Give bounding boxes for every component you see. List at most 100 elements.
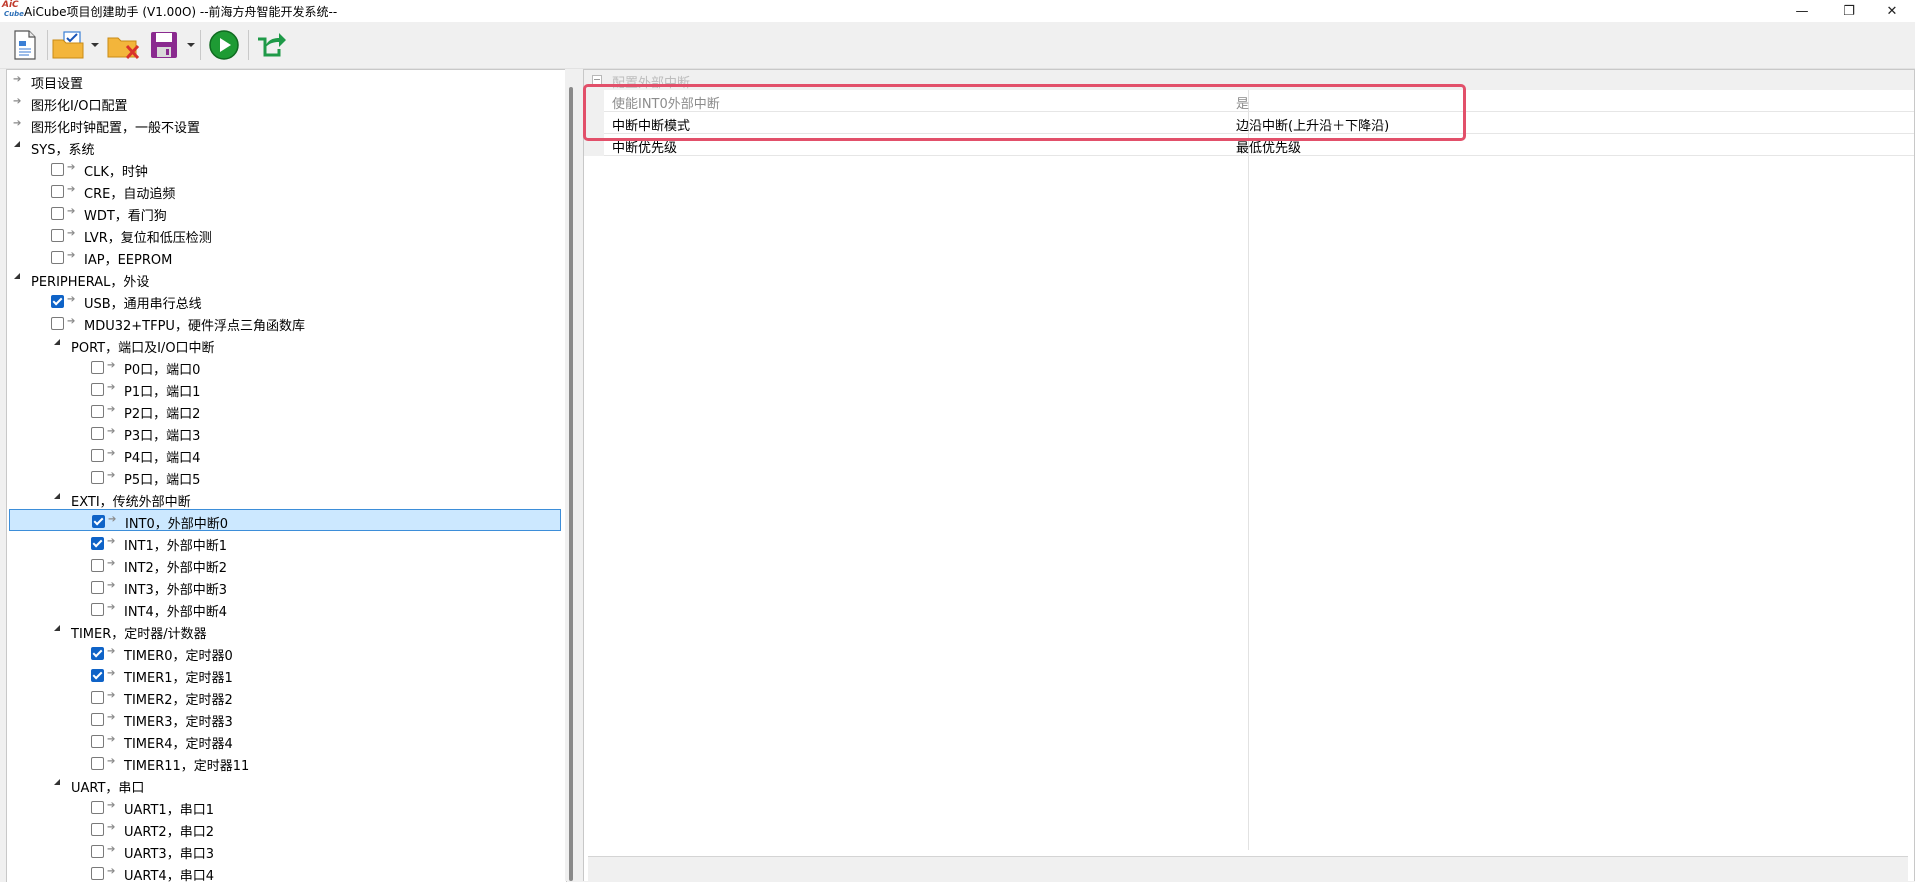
tree-item[interactable]: ➔ IAP，EEPROM [7, 246, 566, 268]
checkbox[interactable] [91, 383, 104, 396]
expand-toggle-icon[interactable] [54, 779, 60, 785]
tree-item[interactable]: ➔ 项目设置 [7, 70, 566, 92]
checkbox[interactable] [91, 735, 104, 748]
tree-item[interactable]: ➔ P1口，端口1 [7, 378, 566, 400]
export-button[interactable] [253, 28, 289, 62]
tree-scrollbar[interactable] [565, 69, 577, 881]
tree-item[interactable]: ➔ INT0，外部中断0 [9, 509, 561, 532]
checkbox[interactable] [91, 559, 104, 572]
collapse-icon[interactable] [592, 75, 602, 85]
tree-item[interactable]: ➔ INT1，外部中断1 [7, 532, 566, 554]
checkbox[interactable] [51, 317, 64, 330]
tree-item[interactable]: ➔ UART1，串口1 [7, 796, 566, 818]
checkbox[interactable] [51, 251, 64, 264]
tree-group-node[interactable]: SYS，系统 [7, 136, 566, 158]
tree-item[interactable]: ➔ TIMER0，定时器0 [7, 642, 566, 664]
tree-item[interactable]: ➔ CRE，自动追频 [7, 180, 566, 202]
tree-item-label: USB，通用串行总线 [84, 297, 202, 312]
tree-group-node[interactable]: UART，串口 [7, 774, 566, 796]
tree-item[interactable]: ➔ P4口，端口4 [7, 444, 566, 466]
open-dropdown-arrow[interactable] [91, 43, 99, 47]
tree-item[interactable]: ➔ 图形化I/O口配置 [7, 92, 566, 114]
tree-item[interactable]: ➔ WDT，看门狗 [7, 202, 566, 224]
tree-item[interactable]: ➔ P3口，端口3 [7, 422, 566, 444]
expand-toggle-icon[interactable] [14, 141, 20, 147]
property-row-priority[interactable]: 中断优先级 最低优先级 [604, 134, 1914, 156]
property-row-mode[interactable]: 中断中断模式 边沿中断(上升沿＋下降沿) [604, 112, 1914, 134]
tree-item[interactable]: ➔ USB，通用串行总线 [7, 290, 566, 312]
expand-toggle-icon[interactable] [54, 493, 60, 499]
checkbox[interactable] [51, 185, 64, 198]
save-project-button[interactable] [147, 28, 181, 62]
tree-group-node[interactable]: PERIPHERAL，外设 [7, 268, 566, 290]
tree-item-label: WDT，看门狗 [84, 209, 167, 224]
scrollbar-thumb[interactable] [569, 87, 573, 881]
close-button[interactable]: ✕ [1869, 0, 1915, 22]
maximize-button[interactable]: ❐ [1826, 0, 1872, 22]
tree-group-node[interactable]: EXTI，传统外部中断 [7, 488, 566, 510]
property-category[interactable]: 配置外部中断 [584, 70, 1914, 91]
feature-tree[interactable]: ➔ 项目设置 ➔ 图形化I/O口配置 ➔ 图形化时钟配置，一般不设置 SYS，系统 ➔ CLK，… [6, 69, 567, 882]
tree-item[interactable]: ➔ LVR，复位和低压检测 [7, 224, 566, 246]
property-value[interactable]: 是 [1236, 93, 1249, 112]
save-dropdown-arrow[interactable] [187, 43, 195, 47]
open-project-button[interactable] [51, 28, 87, 62]
property-value[interactable]: 边沿中断(上升沿＋下降沿) [1236, 115, 1389, 134]
checkbox[interactable] [91, 405, 104, 418]
tree-item[interactable]: ➔ TIMER1，定时器1 [7, 664, 566, 686]
new-project-button[interactable] [8, 28, 42, 62]
tree-item-label: UART3，串口3 [124, 847, 214, 862]
checkbox[interactable] [91, 361, 104, 374]
arrow-right-icon: ➔ [107, 756, 116, 767]
tree-group-node[interactable]: TIMER，定时器/计数器 [7, 620, 566, 642]
tree-group-node[interactable]: PORT，端口及I/O口中断 [7, 334, 566, 356]
tree-item[interactable]: ➔ INT3，外部中断3 [7, 576, 566, 598]
checkbox[interactable] [91, 691, 104, 704]
checkbox[interactable] [91, 449, 104, 462]
expand-toggle-icon[interactable] [54, 625, 60, 631]
tree-item[interactable]: ➔ UART4，串口4 [7, 862, 566, 882]
checkbox[interactable] [91, 471, 104, 484]
checkbox[interactable] [92, 515, 105, 528]
tree-item[interactable]: ➔ INT2，外部中断2 [7, 554, 566, 576]
checkbox[interactable] [91, 845, 104, 858]
checkbox[interactable] [51, 295, 64, 308]
property-row-enable[interactable]: 使能INT0外部中断 是 [604, 90, 1914, 112]
arrow-right-icon: ➔ [108, 514, 117, 525]
run-button[interactable] [207, 28, 241, 62]
checkbox[interactable] [91, 867, 104, 880]
checkbox[interactable] [51, 229, 64, 242]
minimize-button[interactable]: — [1779, 0, 1825, 22]
tree-item[interactable]: ➔ UART2，串口2 [7, 818, 566, 840]
tree-item[interactable]: ➔ TIMER11，定时器11 [7, 752, 566, 774]
expand-toggle-icon[interactable] [14, 273, 20, 279]
checkbox[interactable] [91, 647, 104, 660]
checkbox[interactable] [91, 669, 104, 682]
checkbox[interactable] [91, 757, 104, 770]
checkbox[interactable] [91, 801, 104, 814]
tree-item[interactable]: ➔ P5口，端口5 [7, 466, 566, 488]
checkbox[interactable] [91, 603, 104, 616]
checkbox[interactable] [91, 427, 104, 440]
property-description-pane [588, 856, 1908, 881]
tree-item[interactable]: ➔ INT4，外部中断4 [7, 598, 566, 620]
checkbox[interactable] [91, 537, 104, 550]
tree-item[interactable]: ➔ UART3，串口3 [7, 840, 566, 862]
checkbox[interactable] [91, 713, 104, 726]
checkbox[interactable] [91, 823, 104, 836]
checkbox[interactable] [91, 581, 104, 594]
tree-item[interactable]: ➔ TIMER2，定时器2 [7, 686, 566, 708]
tree-item[interactable]: ➔ CLK，时钟 [7, 158, 566, 180]
property-value[interactable]: 最低优先级 [1236, 137, 1301, 156]
tree-item[interactable]: ➔ P2口，端口2 [7, 400, 566, 422]
expand-toggle-icon[interactable] [54, 339, 60, 345]
close-project-button[interactable] [106, 28, 142, 62]
tree-item[interactable]: ➔ 图形化时钟配置，一般不设置 [7, 114, 566, 136]
checkbox[interactable] [51, 163, 64, 176]
tree-item[interactable]: ➔ P0口，端口0 [7, 356, 566, 378]
column-divider[interactable] [1248, 90, 1249, 850]
tree-item[interactable]: ➔ TIMER4，定时器4 [7, 730, 566, 752]
checkbox[interactable] [51, 207, 64, 220]
tree-item[interactable]: ➔ TIMER3，定时器3 [7, 708, 566, 730]
tree-item[interactable]: ➔ MDU32+TFPU，硬件浮点三角函数库 [7, 312, 566, 334]
